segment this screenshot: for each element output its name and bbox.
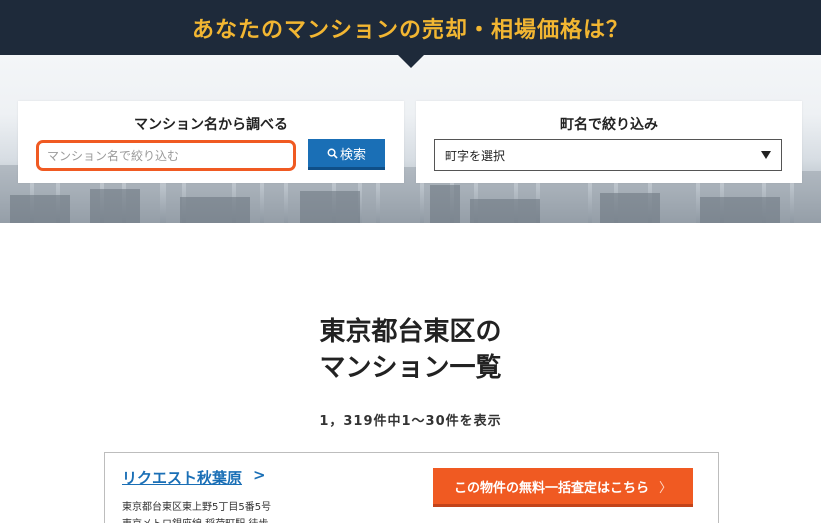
page-title: 東京都台東区の マンション一覧 [0, 314, 821, 386]
town-select-value: 町字を選択 [445, 148, 506, 163]
result-count: 1，319件中1～30件を表示 [319, 414, 502, 429]
listing-address: 東京都台東区東上野5丁目5番5号 [122, 502, 272, 513]
top-banner: あなたのマンションの売却・相場価格は？ [0, 0, 821, 55]
appraisal-button-label: この物件の無料一括査定はこちら [453, 480, 649, 496]
mansion-search-heading: マンション名から調べる [134, 117, 288, 133]
search-icon [327, 148, 338, 159]
listing-access: 東京メトロ銀座線 稲荷町駅 徒歩... [122, 515, 278, 523]
search-button[interactable]: 検索 [308, 139, 385, 170]
caret-down-icon [761, 151, 771, 159]
town-filter-panel: 町名で絞り込み 町字を選択 [416, 101, 802, 183]
free-appraisal-button[interactable]: この物件の無料一括査定はこちら 〉 [433, 468, 693, 507]
page-title-line1: 東京都台東区の [319, 317, 502, 347]
listing-card: リクエスト秋葉原 > 東京都台東区東上野5丁目5番5号 東京メトロ銀座線 稲荷町… [104, 452, 719, 523]
banner-title: あなたのマンションの売却・相場価格は？ [191, 17, 629, 43]
listing-name-link[interactable]: リクエスト秋葉原 [122, 467, 242, 488]
town-select-dropdown[interactable]: 町字を選択 [434, 139, 782, 171]
chevron-right-icon: 〉 [659, 480, 673, 496]
search-button-label: 検索 [339, 147, 366, 163]
banner-notch [397, 54, 425, 68]
mansion-name-search-input[interactable] [36, 140, 296, 171]
town-filter-heading: 町名で絞り込み [560, 117, 658, 133]
mansion-search-panel: マンション名から調べる 検索 [18, 101, 404, 183]
chevron-right-icon: > [253, 466, 266, 484]
page-title-line2: マンション一覧 [319, 353, 502, 383]
